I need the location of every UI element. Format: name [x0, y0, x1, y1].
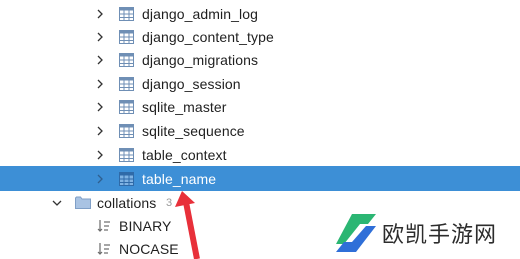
- table-icon: [119, 171, 134, 186]
- table-icon: [119, 99, 134, 114]
- tree-row-table[interactable]: django_session: [0, 72, 520, 95]
- table-label: table_context: [142, 146, 227, 163]
- collation-sort-icon: [97, 242, 111, 256]
- watermark-text: 欧凯手游网: [382, 223, 498, 248]
- collation-label: NOCASE: [119, 240, 179, 257]
- table-label: sqlite_master: [142, 98, 227, 115]
- tree-row-table[interactable]: table_context: [0, 143, 520, 166]
- chevron-right-icon[interactable]: [95, 79, 105, 89]
- table-label: django_migrations: [142, 51, 259, 68]
- site-watermark: 欧凯手游网: [332, 210, 497, 256]
- tree-row-table[interactable]: django_migrations: [0, 48, 520, 71]
- table-icon: [119, 123, 134, 138]
- table-label: table_name: [142, 170, 217, 187]
- collations-count-badge: 3: [166, 196, 173, 209]
- tree-row-table-selected[interactable]: table_name: [0, 166, 520, 191]
- chevron-right-icon[interactable]: [95, 32, 105, 42]
- chevron-right-icon[interactable]: [95, 9, 105, 19]
- folder-icon: [75, 196, 91, 209]
- chevron-right-icon[interactable]: [95, 102, 105, 112]
- chevron-right-icon[interactable]: [95, 55, 105, 65]
- chevron-right-icon[interactable]: [95, 174, 105, 184]
- chevron-down-icon[interactable]: [52, 198, 62, 208]
- collation-label: BINARY: [119, 217, 172, 234]
- table-label: django_session: [142, 75, 241, 92]
- table-label: sqlite_sequence: [142, 122, 245, 139]
- table-icon: [119, 6, 134, 21]
- chevron-right-icon[interactable]: [95, 126, 105, 136]
- table-label: django_admin_log: [142, 5, 259, 22]
- tree-row-table[interactable]: django_content_type: [0, 25, 520, 48]
- table-icon: [119, 147, 134, 162]
- collations-label: collations: [97, 194, 157, 211]
- table-label: django_content_type: [142, 28, 274, 45]
- tree-row-table[interactable]: sqlite_sequence: [0, 119, 520, 142]
- tree-row-table[interactable]: sqlite_master: [0, 95, 520, 118]
- table-icon: [119, 29, 134, 44]
- table-icon: [119, 52, 134, 67]
- tree-row-table[interactable]: django_admin_log: [0, 2, 520, 25]
- table-icon: [119, 76, 134, 91]
- collation-sort-icon: [97, 219, 111, 233]
- watermark-logo-icon: [336, 214, 376, 252]
- chevron-right-icon[interactable]: [95, 150, 105, 160]
